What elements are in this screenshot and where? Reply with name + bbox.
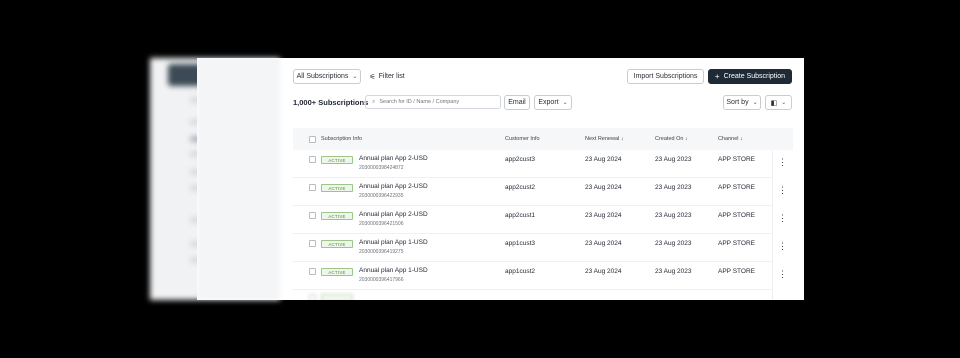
- customer-id[interactable]: app1cust2: [505, 268, 535, 275]
- search-input[interactable]: [379, 99, 498, 105]
- row-checkbox[interactable]: [309, 212, 316, 219]
- table-row-partial: [293, 290, 793, 300]
- chevron-down-icon: ⌄: [781, 100, 787, 106]
- chevron-down-icon: ⌄: [562, 100, 568, 106]
- table-row[interactable]: ACTIVE Annual plan App 1-USD 20300003964…: [293, 262, 793, 290]
- status-badge: ACTIVE: [321, 184, 353, 192]
- export-dropdown[interactable]: Export ⌄: [534, 95, 572, 110]
- header-subscription-info[interactable]: Subscription Info: [321, 136, 362, 142]
- subscription-count: 1,000+ Subscriptions: [293, 98, 369, 107]
- header-customer-info[interactable]: Customer Info: [505, 136, 540, 142]
- create-subscription-label: Create Subscription: [723, 73, 786, 80]
- channel: APP STORE: [718, 212, 755, 219]
- subscription-id: 2030000396417966: [359, 277, 404, 283]
- channel: APP STORE: [718, 156, 755, 163]
- plan-name[interactable]: Annual plan App 2-USD: [359, 155, 428, 162]
- customer-id[interactable]: app1cust3: [505, 240, 535, 247]
- more-vertical-icon[interactable]: ⋮: [778, 214, 787, 223]
- channel: APP STORE: [718, 240, 755, 247]
- subscriptions-filter-label: All Subscriptions: [296, 73, 349, 80]
- header-next-renewal[interactable]: Next Renewal ↓: [585, 136, 624, 142]
- import-subscriptions-button[interactable]: Import Subscriptions: [627, 69, 704, 84]
- table-header: Subscription Info Customer Info Next Ren…: [293, 128, 793, 150]
- header-created-on[interactable]: Created On ↓: [655, 136, 688, 142]
- header-channel[interactable]: Channel ↓: [718, 136, 743, 142]
- next-renewal: 23 Aug 2024: [585, 268, 622, 275]
- row-checkbox[interactable]: [309, 240, 316, 247]
- select-all-checkbox[interactable]: [309, 136, 316, 143]
- status-badge: ACTIVE: [321, 268, 353, 276]
- filter-list-button[interactable]: ⚟ Filter list: [365, 69, 409, 84]
- columns-icon: ◧: [770, 99, 778, 107]
- filter-list-label: Filter list: [378, 73, 405, 80]
- chevron-down-icon: ⌄: [352, 74, 358, 80]
- status-badge: ACTIVE: [321, 212, 353, 220]
- email-label: Email: [508, 99, 526, 106]
- table-row[interactable]: ACTIVE Annual plan App 2-USD 20300003964…: [293, 206, 793, 234]
- status-badge: [321, 294, 353, 300]
- subscriptions-table: Subscription Info Customer Info Next Ren…: [293, 128, 793, 300]
- more-vertical-icon[interactable]: ⋮: [778, 242, 787, 251]
- plan-name[interactable]: Annual plan App 1-USD: [359, 239, 428, 246]
- filter-icon: ⚟: [369, 73, 376, 81]
- status-badge: ACTIVE: [321, 240, 353, 248]
- channel: APP STORE: [718, 184, 755, 191]
- status-badge: ACTIVE: [321, 156, 353, 164]
- created-on: 23 Aug 2023: [655, 268, 692, 275]
- subscription-id: 2030000396419275: [359, 249, 404, 255]
- created-on: 23 Aug 2023: [655, 240, 692, 247]
- plan-name[interactable]: Annual plan App 1-USD: [359, 267, 428, 274]
- email-button[interactable]: Email: [504, 95, 530, 110]
- channel: APP STORE: [718, 268, 755, 275]
- table-row[interactable]: ACTIVE Annual plan App 1-USD 20300003964…: [293, 234, 793, 262]
- search-icon: ⌕: [372, 98, 376, 105]
- next-renewal: 23 Aug 2024: [585, 240, 622, 247]
- subscription-id: 2030000398424872: [359, 165, 404, 171]
- next-renewal: 23 Aug 2024: [585, 156, 622, 163]
- more-vertical-icon[interactable]: ⋮: [778, 158, 787, 167]
- more-vertical-icon[interactable]: ⋮: [778, 186, 787, 195]
- import-subscriptions-label: Import Subscriptions: [633, 73, 698, 80]
- chevron-down-icon: ⌄: [752, 100, 758, 106]
- created-on: 23 Aug 2023: [655, 156, 692, 163]
- sidebar-overlap: [197, 58, 280, 300]
- table-row[interactable]: ACTIVE Annual plan App 2-USD 20300003984…: [293, 150, 793, 178]
- customer-id[interactable]: app2cust1: [505, 212, 535, 219]
- subscriptions-filter-dropdown[interactable]: All Subscriptions ⌄: [293, 69, 361, 84]
- row-checkbox[interactable]: [309, 268, 316, 275]
- search-box[interactable]: ⌕: [365, 95, 501, 109]
- more-vertical-icon[interactable]: ⋮: [778, 270, 787, 279]
- row-checkbox[interactable]: [309, 156, 316, 163]
- created-on: 23 Aug 2023: [655, 184, 692, 191]
- plus-icon: +: [714, 72, 720, 81]
- export-label: Export: [538, 99, 559, 106]
- subscription-id: 2030000396422935: [359, 193, 404, 199]
- next-renewal: 23 Aug 2024: [585, 212, 622, 219]
- row-checkbox: [309, 294, 316, 300]
- columns-toggle-button[interactable]: ◧ ⌄: [765, 95, 792, 110]
- plan-name[interactable]: Annual plan App 2-USD: [359, 183, 428, 190]
- customer-id[interactable]: app2cust2: [505, 184, 535, 191]
- customer-id[interactable]: app2cust3: [505, 156, 535, 163]
- subscription-id: 2030000396421506: [359, 221, 404, 227]
- plan-name[interactable]: Annual plan App 2-USD: [359, 211, 428, 218]
- created-on: 23 Aug 2023: [655, 212, 692, 219]
- next-renewal: 23 Aug 2024: [585, 184, 622, 191]
- row-actions-column: ⋮ ⋮ ⋮ ⋮ ⋮: [772, 150, 793, 300]
- table-row[interactable]: ACTIVE Annual plan App 2-USD 20300003964…: [293, 178, 793, 206]
- main-panel: All Subscriptions ⌄ ⚟ Filter list Import…: [197, 58, 804, 300]
- row-checkbox[interactable]: [309, 184, 316, 191]
- sort-by-dropdown[interactable]: Sort by ⌄: [723, 95, 761, 110]
- sort-by-label: Sort by: [726, 99, 749, 106]
- create-subscription-button[interactable]: + Create Subscription: [708, 69, 792, 84]
